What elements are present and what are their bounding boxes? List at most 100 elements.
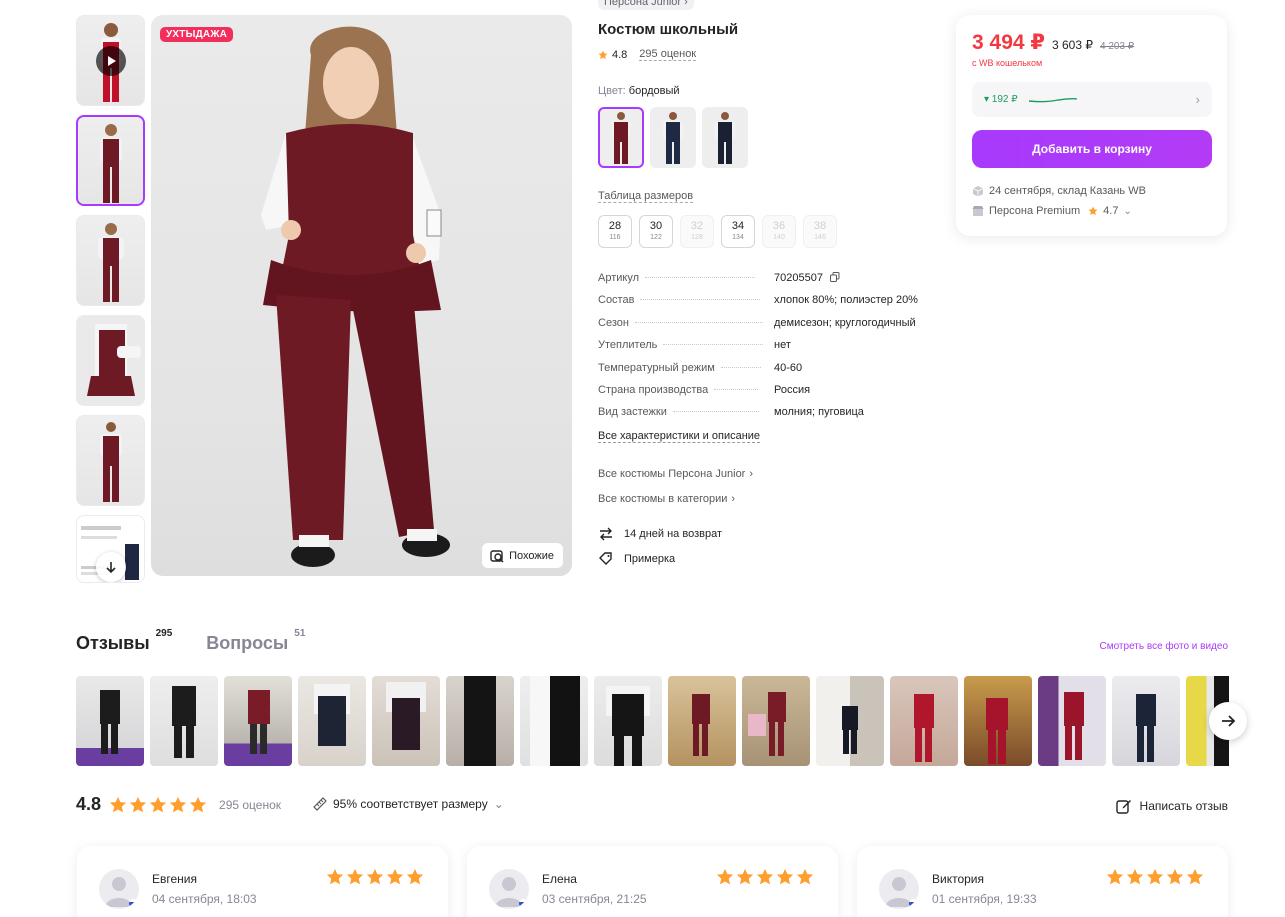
color-label: Цвет: бордовый xyxy=(598,85,680,97)
star-icon xyxy=(1106,868,1124,885)
photos-next-button[interactable] xyxy=(1209,702,1247,740)
review-photo[interactable] xyxy=(1112,676,1180,766)
star-icon xyxy=(776,868,794,885)
size-ru: 34 xyxy=(731,220,745,232)
thumbnail-2[interactable] xyxy=(76,215,145,306)
star-icon xyxy=(366,868,384,885)
tab-reviews[interactable]: Отзывы 295 xyxy=(76,628,172,654)
reviewer-name: Виктория xyxy=(932,872,985,886)
review-photo[interactable] xyxy=(668,676,736,766)
review-photo[interactable] xyxy=(76,676,144,766)
summary-stars xyxy=(109,796,207,814)
wallet-price: 3 494 ₽ xyxy=(972,31,1045,54)
review-date: 03 сентября, 21:25 xyxy=(542,892,647,906)
color-key: Цвет: xyxy=(598,85,626,97)
size-table-link[interactable]: Таблица размеров xyxy=(598,190,694,203)
review-photo[interactable] xyxy=(372,676,440,766)
size-option-30[interactable]: 30 122 xyxy=(639,215,673,248)
thumbnail-video[interactable] xyxy=(76,15,145,106)
swatch-navy[interactable] xyxy=(650,107,696,168)
brand-breadcrumb[interactable]: Персона Junior › xyxy=(598,0,694,10)
main-product-photo[interactable]: УХТЫДАЖА Похожие xyxy=(151,15,572,576)
wallet-note: с WB кошельком xyxy=(972,58,1043,68)
thumbnail-3[interactable] xyxy=(76,315,145,406)
spec-row: Утеплитель нет xyxy=(598,339,928,361)
fitting-label: Примерка xyxy=(624,553,676,565)
category-link-label: Все костюмы в категории xyxy=(598,493,728,505)
size-option-38[interactable]: 38 146 xyxy=(803,215,837,248)
brand-costumes-link[interactable]: Все костюмы Персона Junior › xyxy=(598,468,753,480)
swatch-image xyxy=(663,112,683,164)
star-icon xyxy=(149,796,167,812)
installment-amount: ▾ 192 ₽ xyxy=(984,94,1018,105)
review-card[interactable]: Виктория 01 сентября, 19:33 xyxy=(857,846,1228,917)
size-selector: 28 116 30 122 32 128 34 134 36 140 38 146 xyxy=(598,215,837,248)
see-all-media-link[interactable]: Смотреть все фото и видео xyxy=(1099,641,1228,652)
review-date: 01 сентября, 19:33 xyxy=(932,892,1037,906)
review-photo[interactable] xyxy=(446,676,514,766)
size-option-32[interactable]: 32 128 xyxy=(680,215,714,248)
installment-row[interactable]: ▾ 192 ₽ › xyxy=(972,82,1212,117)
category-costumes-link[interactable]: Все костюмы в категории › xyxy=(598,493,735,505)
spec-value: Россия xyxy=(774,383,811,396)
review-photo[interactable] xyxy=(150,676,218,766)
thumbnail-size-chart[interactable] xyxy=(76,515,145,583)
swatch-burgundy[interactable] xyxy=(598,107,644,168)
add-to-cart-button[interactable]: Добавить в корзину xyxy=(972,130,1212,168)
thumbnail-1[interactable] xyxy=(76,115,145,206)
spec-value: 70205507 xyxy=(774,272,840,284)
size-height: 116 xyxy=(609,234,621,241)
spec-row: Сезон демисезон; круглогодичный xyxy=(598,317,928,339)
write-review-button[interactable]: Написать отзыв xyxy=(1115,798,1228,814)
tab-questions[interactable]: Вопросы 51 xyxy=(206,628,305,654)
rating-count-link[interactable]: 295 оценок xyxy=(639,48,697,61)
spec-key: Страна производства xyxy=(598,383,709,396)
seller-info[interactable]: Персона Premium 4.7 ⌄ xyxy=(972,205,1132,217)
dot-leader xyxy=(634,321,763,323)
review-photo[interactable] xyxy=(520,676,588,766)
similar-button[interactable]: Похожие xyxy=(482,543,563,568)
product-photo xyxy=(99,422,122,502)
review-photo[interactable] xyxy=(742,676,810,766)
chevron-down-icon: ⌄ xyxy=(1123,205,1132,217)
seller-name: Персона Premium xyxy=(989,205,1081,217)
return-label: 14 дней на возврат xyxy=(624,528,722,540)
spec-key: Состав xyxy=(598,294,635,307)
star-icon xyxy=(1126,868,1144,885)
size-option-34[interactable]: 34 134 xyxy=(721,215,755,248)
review-photo[interactable] xyxy=(816,676,884,766)
size-option-36[interactable]: 36 140 xyxy=(762,215,796,248)
review-card[interactable]: Евгения 04 сентября, 18:03 xyxy=(77,846,448,917)
review-photos-strip xyxy=(76,676,1229,766)
scroll-down-icon[interactable] xyxy=(95,552,126,582)
spec-row: Состав хлопок 80%; полиэстер 20% xyxy=(598,294,928,316)
spec-key: Артикул xyxy=(598,272,640,284)
spec-row: Вид застежки молния; пуговица xyxy=(598,406,928,428)
copy-icon[interactable] xyxy=(830,272,840,282)
size-ru: 28 xyxy=(608,220,622,232)
review-photo[interactable] xyxy=(964,676,1032,766)
size-height: 122 xyxy=(650,234,662,241)
size-option-28[interactable]: 28 116 xyxy=(598,215,632,248)
tab-reviews-label: Отзывы xyxy=(76,633,150,653)
size-fit-dropdown[interactable]: 95% соответствует размеру ⌄ xyxy=(313,797,504,811)
review-card[interactable]: Елена 03 сентября, 21:25 xyxy=(467,846,838,917)
star-icon xyxy=(796,868,814,885)
thumbnail-4[interactable] xyxy=(76,415,145,506)
installment-sparkline xyxy=(1028,97,1077,102)
dot-leader xyxy=(645,277,756,278)
review-photo[interactable] xyxy=(224,676,292,766)
all-specs-link[interactable]: Все характеристики и описание xyxy=(598,430,761,443)
spec-value: 40-60 xyxy=(774,361,803,374)
shop-icon xyxy=(972,206,984,216)
reviews-tabs: Отзывы 295 Вопросы 51 xyxy=(76,628,305,654)
article-number: 70205507 xyxy=(774,272,823,284)
review-photo[interactable] xyxy=(1038,676,1106,766)
review-photo[interactable] xyxy=(594,676,662,766)
old-price: 4 203 ₽ xyxy=(1100,41,1135,52)
product-photo xyxy=(77,316,144,405)
review-photo[interactable] xyxy=(298,676,366,766)
review-photo[interactable] xyxy=(890,676,958,766)
swatch-dark-navy[interactable] xyxy=(702,107,748,168)
regular-price: 3 603 ₽ xyxy=(1052,38,1093,52)
